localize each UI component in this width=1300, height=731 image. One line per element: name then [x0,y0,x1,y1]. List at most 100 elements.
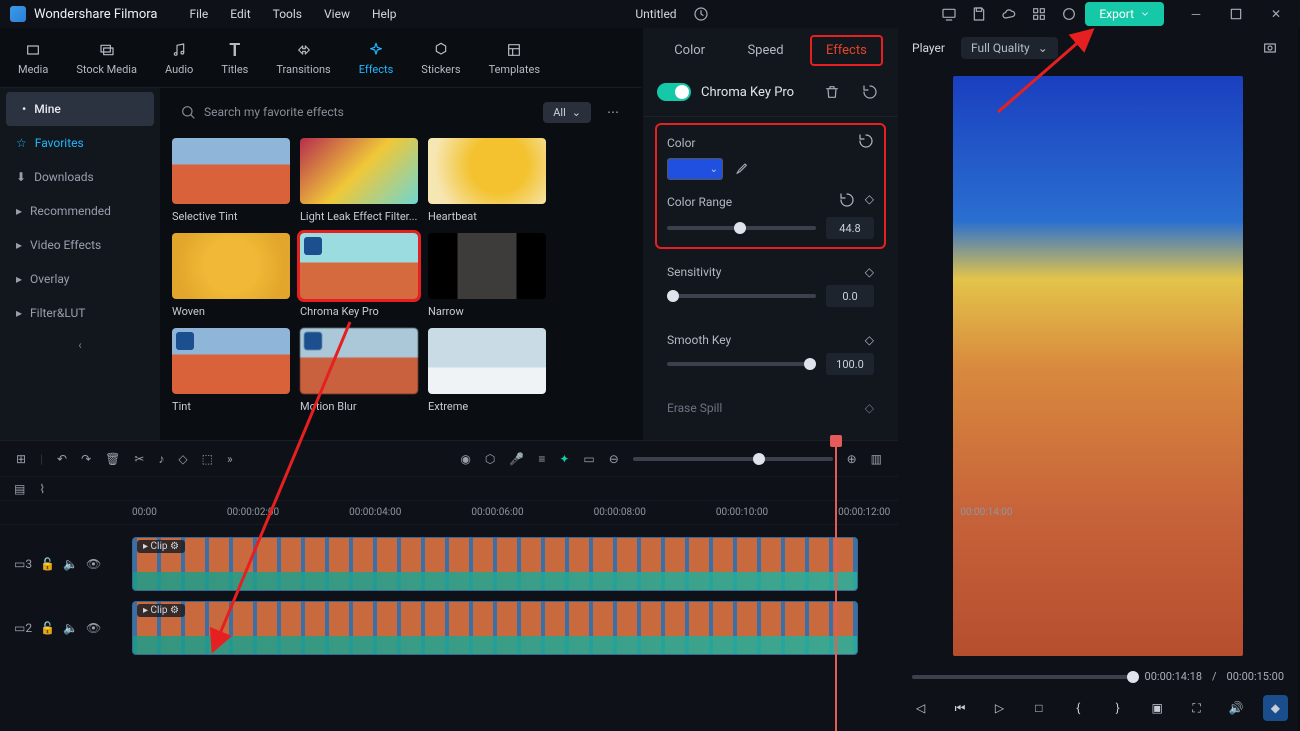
track-lock-icon[interactable]: 🔓 [40,557,55,571]
keyframe-icon[interactable]: ◇ [865,265,874,279]
sensitivity-value[interactable]: 0.0 [826,285,874,307]
more-icon[interactable]: ⋯ [599,98,627,126]
link-icon[interactable]: ⌇ [39,482,45,496]
prop-tab-effects[interactable]: Effects [812,37,881,64]
tag-icon[interactable]: ◇ [178,452,187,466]
render-icon[interactable]: ◉ [460,452,470,466]
device-icon[interactable] [935,0,963,28]
fullscreen-icon[interactable]: ⛶ [1184,695,1209,721]
cut-icon[interactable]: ✂ [134,452,144,466]
effect-card[interactable]: Tint [172,328,290,413]
search-input[interactable]: Search my favorite effects [174,100,535,124]
mic-icon[interactable]: 🎤 [509,452,524,466]
keyframe-icon[interactable]: ◇ [865,333,874,347]
effect-thumb[interactable] [172,138,290,204]
time-ruler[interactable]: 00:0000:00:02:0000:00:04:0000:00:06:0000… [0,501,898,525]
effect-card[interactable]: Light Leak Effect Filter... [300,138,418,223]
tab-media[interactable]: Media [18,39,48,76]
effect-thumb[interactable] [300,138,418,204]
progress-bar[interactable] [912,675,1135,679]
reset-range-icon[interactable] [839,192,855,211]
zoom-in-icon[interactable]: ⊕ [847,452,857,466]
tab-effects[interactable]: Effects [359,39,394,76]
tab-stickers[interactable]: Stickers [421,39,460,76]
grid-icon[interactable]: ⊞ [16,452,26,466]
track-video-icon[interactable]: ▭2 [14,621,32,635]
effect-thumb[interactable] [428,233,546,299]
track-toggle-icon[interactable]: ▤ [14,482,25,496]
menu-view[interactable]: View [314,3,360,25]
snapshot-icon[interactable] [1256,34,1284,62]
more-tools-icon[interactable]: » [227,452,233,466]
sidebar-item-favorites[interactable]: ☆ Favorites [0,126,160,160]
timeline-clip[interactable]: ▸ Clip ⚙ [132,537,858,591]
cloud-icon[interactable] [995,0,1023,28]
color-range-value[interactable]: 44.8 [826,217,874,239]
trash-icon[interactable]: 🗑 [105,452,120,466]
keyframe-icon[interactable]: ◇ [865,192,874,211]
effect-toggle[interactable] [657,83,691,101]
minimize-icon[interactable]: ─ [1182,0,1210,28]
track-hide-icon[interactable]: 👁 [86,621,101,635]
history-icon[interactable] [687,0,715,28]
track-video-icon[interactable]: ▭3 [14,557,32,571]
tab-audio[interactable]: Audio [165,39,193,76]
mark-in-icon[interactable]: { [1066,695,1091,721]
color-swatch[interactable]: ⌄ [667,158,723,180]
sidebar-collapse[interactable]: ‹ [0,336,160,354]
prev-frame-icon[interactable]: ◁ [908,695,933,721]
smooth-value[interactable]: 100.0 [826,353,874,375]
delete-icon[interactable] [818,78,846,106]
playhead[interactable] [835,441,837,731]
sidebar-item-overlay[interactable]: ▸ Overlay [0,262,160,296]
step-back-icon[interactable]: ⏮ [947,695,972,721]
effect-card[interactable]: Selective Tint [172,138,290,223]
sidebar-item-downloads[interactable]: ⬇ Downloads [0,160,160,194]
effect-thumb[interactable] [300,328,418,394]
music-icon[interactable]: ♪ [158,452,164,466]
menu-edit[interactable]: Edit [220,3,260,25]
effect-thumb[interactable] [428,328,546,394]
track-mute-icon[interactable]: 🔈 [63,621,78,635]
effect-card[interactable]: Extreme [428,328,546,413]
app-icon[interactable]: ◆ [1263,695,1288,721]
menu-help[interactable]: Help [362,3,407,25]
effect-thumb[interactable] [172,233,290,299]
effect-thumb[interactable] [300,233,418,299]
sidebar-item-recommended[interactable]: ▸ Recommended [0,194,160,228]
mixer-icon[interactable]: ≡ [538,452,545,466]
effect-card[interactable]: Chroma Key Pro [300,233,418,318]
track-mute-icon[interactable]: 🔈 [63,557,78,571]
volume-icon[interactable]: 🔊 [1223,695,1248,721]
export-button[interactable]: Export [1085,2,1164,26]
redo-icon[interactable]: ↷ [81,452,91,466]
tab-titles[interactable]: TTitles [221,39,248,76]
save-icon[interactable] [965,0,993,28]
color-range-slider[interactable] [667,226,816,230]
undo-icon[interactable]: ↶ [57,452,67,466]
effect-card[interactable]: Heartbeat [428,138,546,223]
timeline-clip[interactable]: ▸ Clip ⚙ [132,601,858,655]
zoom-out-icon[interactable]: ⊖ [609,452,619,466]
notify-icon[interactable] [1055,0,1083,28]
track-hide-icon[interactable]: 👁 [86,557,101,571]
eyedropper-icon[interactable] [733,160,749,179]
quality-dropdown[interactable]: Full Quality ⌄ [961,37,1058,59]
caption-icon[interactable]: ▭ [583,452,594,466]
prop-tab-color[interactable]: Color [660,37,719,64]
effect-card[interactable]: Narrow [428,233,546,318]
effect-card[interactable]: Woven [172,233,290,318]
zoom-slider[interactable] [633,457,833,461]
reset-icon[interactable] [856,78,884,106]
crop-icon[interactable]: ▣ [1144,695,1169,721]
crop-tool-icon[interactable]: ⬚ [202,452,213,466]
auto-icon[interactable]: ✦ [559,452,569,466]
filter-dropdown[interactable]: All ⌄ [543,102,591,123]
smooth-slider[interactable] [667,362,816,366]
play-icon[interactable]: ▷ [987,695,1012,721]
menu-tools[interactable]: Tools [263,3,312,25]
close-icon[interactable]: ✕ [1262,0,1290,28]
sensitivity-slider[interactable] [667,294,816,298]
timeline-opts-icon[interactable]: ▥ [871,452,882,466]
menu-file[interactable]: File [179,3,218,25]
